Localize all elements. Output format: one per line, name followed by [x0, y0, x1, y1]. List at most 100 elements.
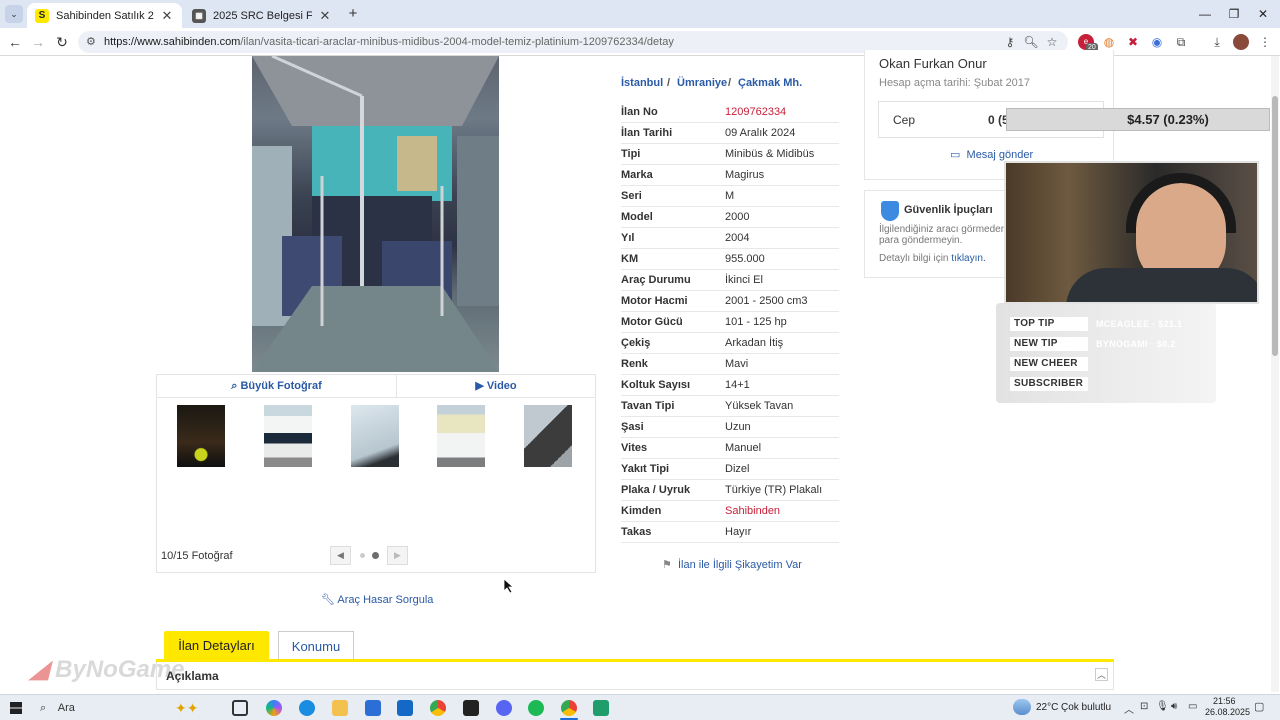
restore-icon[interactable]: ❐: [1223, 4, 1245, 24]
epic-games-icon[interactable]: [463, 700, 479, 716]
gallery-thumbnail[interactable]: [351, 405, 399, 467]
detail-row: Seri M: [621, 186, 839, 207]
detail-row: Şasi Uzun: [621, 417, 839, 438]
battery-icon[interactable]: ▭: [1188, 701, 1197, 712]
detail-row: Renk Mavi: [621, 354, 839, 375]
description-title: Açıklama: [166, 669, 219, 683]
back-icon[interactable]: ←: [6, 33, 24, 51]
next-photo-button[interactable]: ▶: [387, 546, 408, 565]
screen: ⌄ S Sahibinden Satılık 2004 Model Magiru…: [0, 0, 1280, 720]
app-green-icon[interactable]: [593, 700, 609, 716]
close-window-icon[interactable]: ✕: [1252, 4, 1274, 24]
microphone-icon[interactable]: 🎙︎: [1156, 701, 1169, 712]
page-dot[interactable]: [360, 553, 365, 558]
tray-chevron-icon[interactable]: ︿: [1124, 701, 1134, 716]
speaker-icon[interactable]: 🔊︎: [1171, 701, 1177, 712]
minimize-icon[interactable]: —: [1194, 4, 1216, 24]
close-tab-icon[interactable]: ✕: [160, 8, 174, 24]
tab-sahibinden[interactable]: S Sahibinden Satılık 2004 Model Magirus …: [27, 3, 182, 28]
tab-location[interactable]: Konumu: [278, 631, 354, 660]
bookmark-star-icon[interactable]: ☆: [1044, 34, 1060, 50]
detail-value: 09 Aralık 2024: [725, 127, 796, 139]
chrome-icon[interactable]: [430, 700, 446, 716]
send-message-link[interactable]: ▭ Mesaj gönder: [950, 148, 1033, 161]
clock-date[interactable]: 26.08.2025: [1205, 707, 1250, 717]
detail-key: Kimden: [621, 505, 662, 517]
detail-key: Koltuk Sayısı: [621, 379, 691, 391]
gallery-thumbnail[interactable]: [524, 405, 572, 467]
breadcrumb-city[interactable]: İstanbul: [621, 77, 663, 89]
outlook-icon[interactable]: [397, 700, 413, 716]
clock-time[interactable]: 21:56: [1213, 696, 1236, 706]
password-key-icon[interactable]: ⚷: [1002, 34, 1018, 50]
detail-key: Tipi: [621, 148, 641, 160]
tab-src[interactable]: ▦ 2025 SRC Belgesi Fiyatları – YILDIZ ✕: [184, 3, 340, 28]
forward-icon[interactable]: →: [29, 33, 47, 51]
detail-key: KM: [621, 253, 639, 265]
damage-query-link[interactable]: 🔧︎ Araç Hasar Sorgula: [321, 593, 433, 606]
tab-list-button[interactable]: ⌄: [5, 5, 23, 23]
copilot-app-icon[interactable]: [266, 700, 282, 716]
scrollbar-thumb[interactable]: [1272, 96, 1278, 356]
safety-text-2: para göndermeyin.: [879, 235, 963, 246]
close-tab-icon[interactable]: ✕: [318, 8, 332, 24]
safety-more-link[interactable]: tıklayın.: [951, 253, 985, 264]
zoom-icon[interactable]: 🔍︎: [1023, 34, 1039, 50]
main-photo[interactable]: [252, 56, 499, 372]
detail-row: Tipi Minibüs & Midibüs: [621, 144, 839, 165]
detail-value: 14+1: [725, 379, 750, 391]
page-scrollbar[interactable]: [1271, 56, 1279, 692]
detail-value: Dizel: [725, 463, 750, 475]
site-info-icon[interactable]: ⚙: [86, 31, 96, 53]
prev-photo-button[interactable]: ◀: [330, 546, 351, 565]
volume-extension-icon[interactable]: ◉: [1149, 34, 1165, 50]
task-view-icon[interactable]: [232, 700, 248, 716]
browser-menu-icon[interactable]: ⋮: [1257, 34, 1273, 50]
tab-listing-details[interactable]: İlan Detayları: [164, 631, 269, 660]
gallery-thumbnail[interactable]: [437, 405, 485, 467]
taskbar-search[interactable]: ⌕ Ara ✦✦: [40, 698, 210, 718]
ublock-extension-icon[interactable]: ✖: [1125, 34, 1141, 50]
detail-row: Çekiş Arkadan İtiş: [621, 333, 839, 354]
discord-icon[interactable]: [496, 700, 512, 716]
detail-key: Araç Durumu: [621, 274, 691, 286]
breadcrumb-neighborhood[interactable]: Çakmak Mh.: [738, 77, 802, 89]
new-tab-icon[interactable]: +: [345, 6, 361, 22]
profile-avatar[interactable]: [1233, 34, 1249, 50]
detail-value: Uzun: [725, 421, 751, 433]
gallery-thumbnail[interactable]: [264, 405, 312, 467]
detail-value[interactable]: Sahibinden: [725, 501, 780, 522]
collapse-icon[interactable]: ︿: [1095, 668, 1108, 681]
big-photo-button[interactable]: ⌕ Büyük Fotoğraf: [157, 374, 397, 398]
honey-extension-icon[interactable]: ◍: [1101, 34, 1117, 50]
edge-icon[interactable]: [299, 700, 315, 716]
detail-value[interactable]: 1209762334: [725, 102, 786, 123]
reload-icon[interactable]: ↻: [53, 33, 71, 51]
gallery-thumbnail[interactable]: [177, 405, 225, 467]
extensions-puzzle-icon[interactable]: ⧉: [1173, 34, 1189, 50]
detail-value: M: [725, 190, 735, 202]
document-favicon: ▦: [192, 8, 206, 23]
detail-value: Minibüs & Midibüs: [725, 148, 815, 160]
stream-alert-label: SUBSCRIBER: [1010, 377, 1088, 391]
safety-more-prefix: Detaylı bilgi için: [879, 253, 949, 264]
detail-row: Koltuk Sayısı 14+1: [621, 375, 839, 396]
detail-row: KM 955.000: [621, 249, 839, 270]
notification-icon[interactable]: ▢: [1254, 700, 1264, 713]
breadcrumb-district[interactable]: Ümraniye: [677, 77, 727, 89]
start-windows-icon[interactable]: [10, 702, 22, 714]
spotify-icon[interactable]: [528, 700, 544, 716]
store-icon[interactable]: [365, 700, 381, 716]
file-explorer-icon[interactable]: [332, 700, 348, 716]
weather-desc[interactable]: Çok bulutlu: [1061, 702, 1111, 713]
weather-temp[interactable]: 22°C: [1036, 702, 1058, 713]
complaint-link[interactable]: ⚑ İlan ile İlgili Şikayetim Var: [662, 558, 802, 571]
big-photo-label: Büyük Fotoğraf: [240, 380, 322, 392]
seller-name[interactable]: Okan Furkan Onur: [879, 56, 987, 71]
video-button[interactable]: ▶ Video: [397, 374, 595, 398]
download-icon[interactable]: ⤓: [1209, 34, 1225, 50]
detail-value: Mavi: [725, 358, 749, 370]
tray-app-icon[interactable]: ⊡: [1140, 701, 1148, 712]
page-dot-active[interactable]: [372, 552, 379, 559]
chrome-active-icon[interactable]: [561, 700, 577, 716]
